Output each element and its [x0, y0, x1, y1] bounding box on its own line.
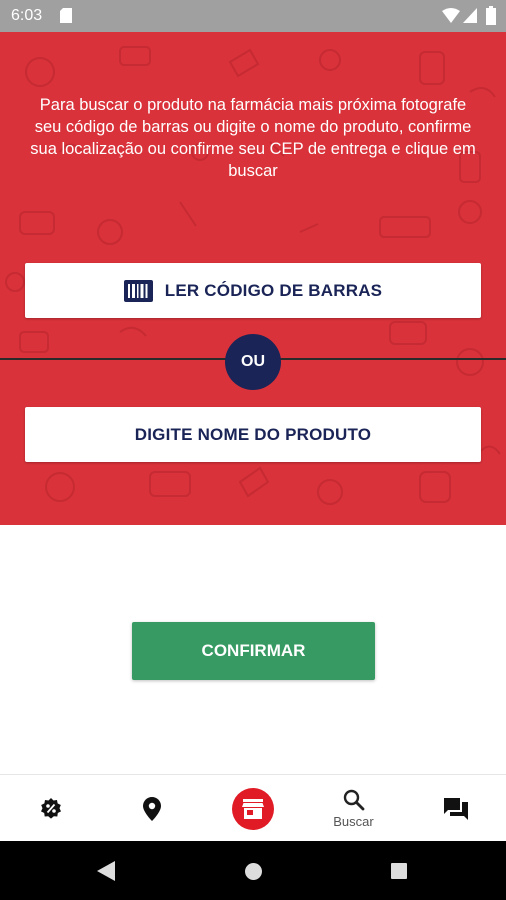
or-separator: OU	[225, 334, 281, 390]
location-pin-icon	[142, 796, 161, 821]
nav-item-discounts[interactable]	[0, 775, 101, 842]
recents-icon[interactable]	[391, 863, 407, 879]
bottom-navigation: Buscar	[0, 774, 506, 842]
search-instructions: Para buscar o produto na farmácia mais p…	[30, 96, 476, 180]
system-navigation-bar	[0, 841, 506, 900]
nav-item-location[interactable]	[101, 775, 202, 842]
discount-icon	[40, 797, 61, 819]
search-icon	[343, 789, 364, 810]
sd-card-icon	[60, 8, 72, 23]
type-product-name-button[interactable]: DIGITE NOME DO PRODUTO	[25, 407, 481, 462]
type-product-name-label: DIGITE NOME DO PRODUTO	[134, 424, 372, 444]
confirm-button[interactable]: CONFIRMAR	[132, 622, 375, 680]
wifi-icon	[442, 8, 460, 23]
nav-item-chat[interactable]	[405, 775, 506, 842]
search-hero: Para buscar o produto na farmácia mais p…	[0, 32, 506, 525]
battery-icon	[486, 6, 496, 25]
store-button	[231, 787, 274, 830]
nav-item-store[interactable]	[202, 775, 303, 842]
chat-icon	[443, 797, 468, 820]
scan-barcode-label: LER CÓDIGO DE BARRAS	[164, 280, 383, 300]
status-bar: 6:03	[0, 0, 506, 32]
signal-icon	[463, 8, 477, 23]
barcode-icon	[123, 279, 153, 302]
back-icon[interactable]	[97, 861, 115, 881]
nav-label-search: Buscar	[333, 813, 374, 829]
scan-barcode-button[interactable]: LER CÓDIGO DE BARRAS	[25, 263, 481, 318]
nav-item-search[interactable]: Buscar	[303, 775, 404, 842]
status-time: 6:03	[11, 7, 43, 24]
store-icon	[241, 798, 264, 819]
home-icon[interactable]	[245, 863, 262, 880]
